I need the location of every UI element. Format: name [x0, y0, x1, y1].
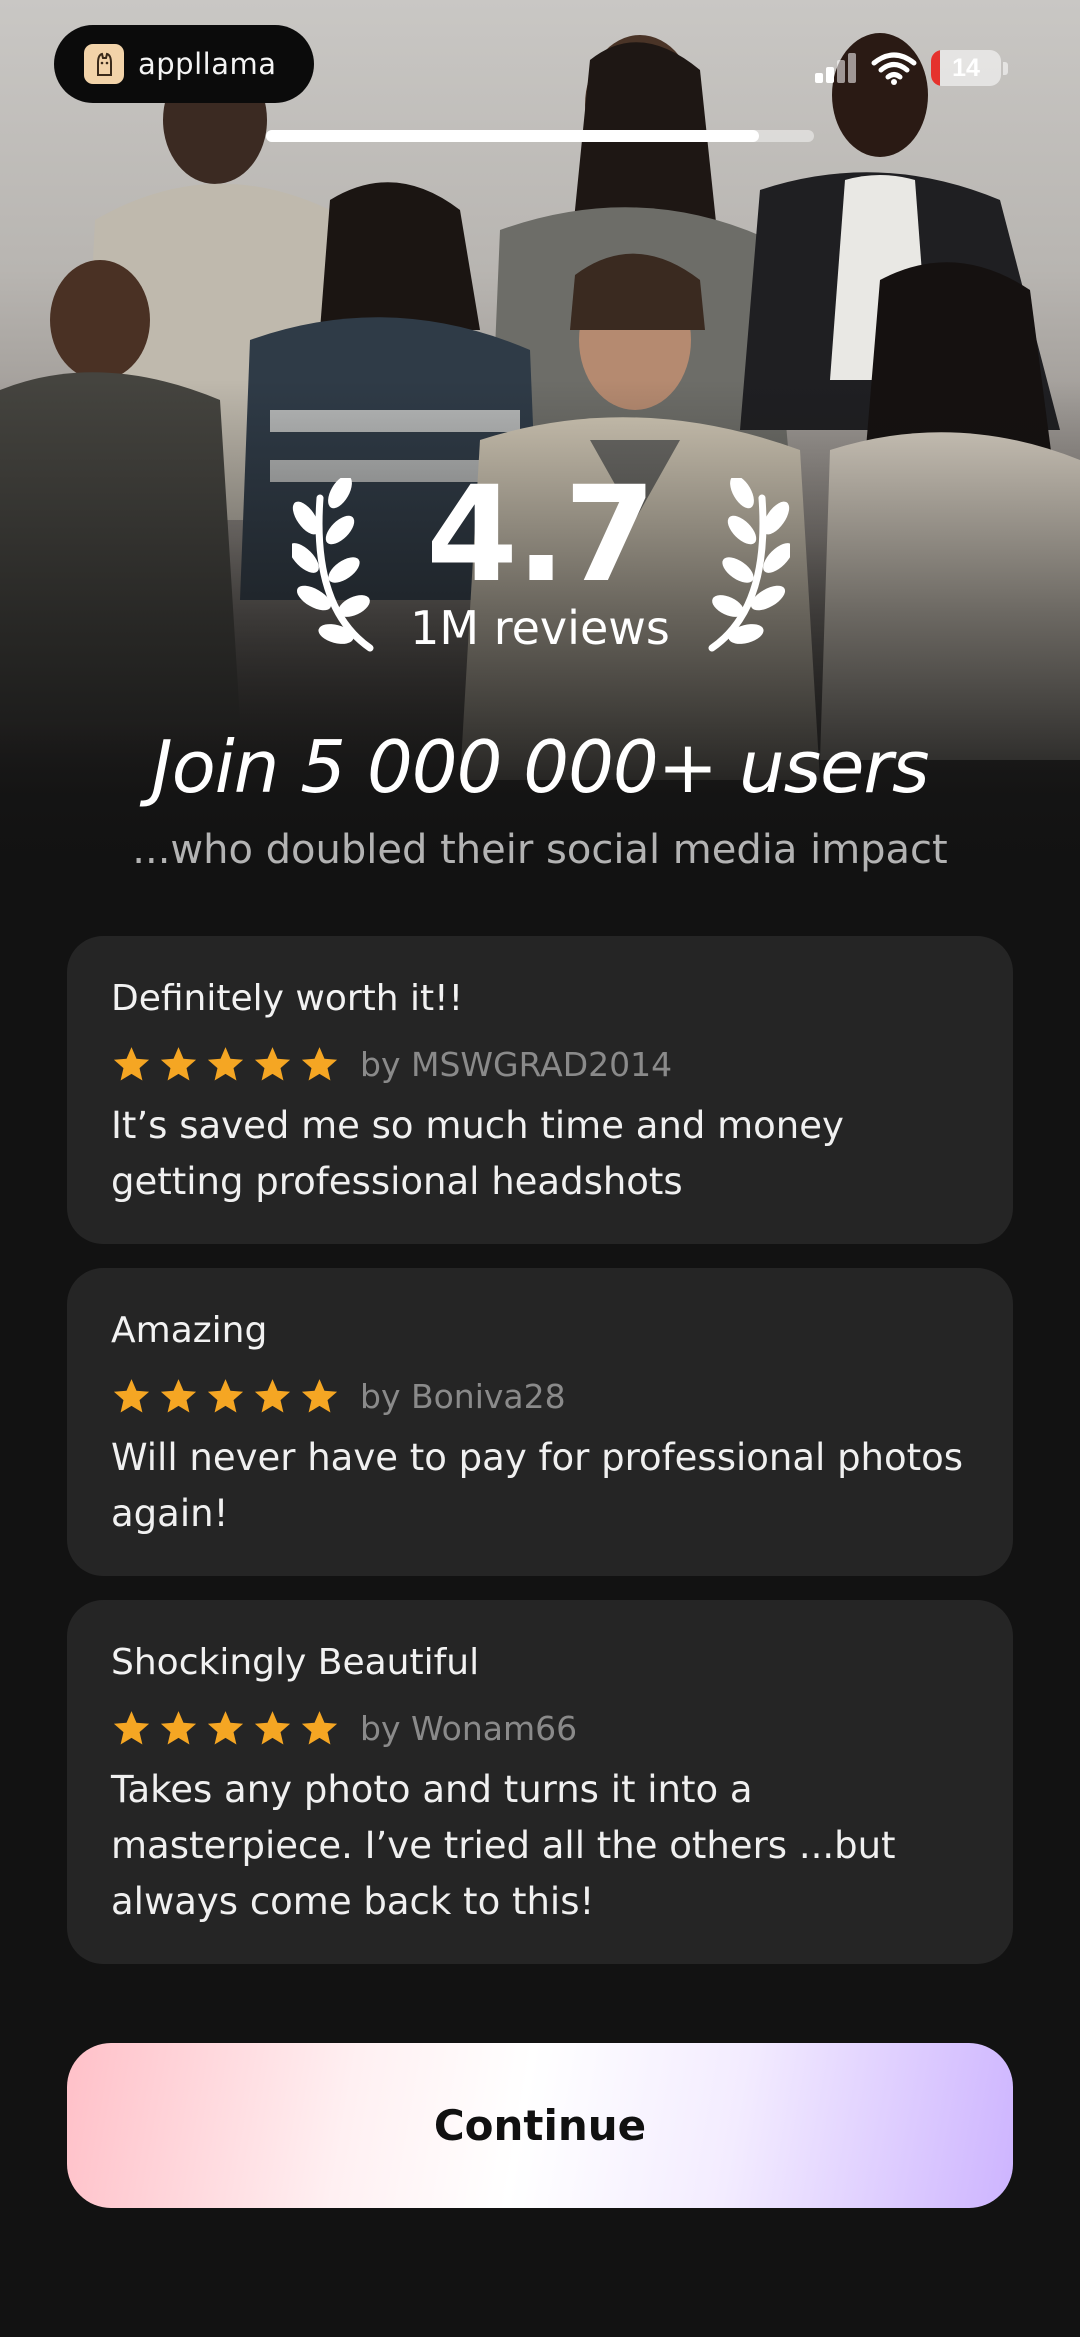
app-badge: appllama [54, 25, 314, 103]
review-title: Shockingly Beautiful [111, 1642, 480, 1683]
star-icon [160, 1710, 197, 1745]
status-bar: 14 [815, 50, 1008, 86]
star-icon [301, 1710, 338, 1745]
review-body: Takes any photo and turns it into a mast… [111, 1768, 896, 1923]
review-card: Amazing by Boniva28 Will never have to p… [67, 1268, 1013, 1576]
star-icon [254, 1710, 291, 1745]
star-icon [207, 1378, 244, 1413]
star-rating [111, 1376, 340, 1417]
review-title: Definitely worth it!! [111, 978, 464, 1019]
star-icon [207, 1046, 244, 1081]
review-author: by MSWGRAD2014 [360, 1044, 673, 1084]
onboarding-progress-bar [266, 130, 814, 142]
progress-fill [266, 130, 760, 142]
continue-button[interactable]: Continue [67, 2043, 1013, 2208]
signal-bars-icon [815, 53, 856, 83]
battery-icon: 14 [931, 50, 1001, 86]
llama-logo-icon [84, 44, 124, 84]
paywall-screen: appllama 14 4.7 1M reviews Join 5 000 00… [0, 0, 1080, 2337]
star-rating [111, 1708, 340, 1749]
star-icon [254, 1046, 291, 1081]
wifi-icon [871, 52, 917, 85]
review-body: Will never have to pay for professional … [111, 1436, 964, 1535]
rating-score: 4.7 [426, 458, 656, 612]
review-meta: by Wonam66 [111, 1706, 969, 1750]
star-icon [254, 1378, 291, 1413]
review-meta: by MSWGRAD2014 [111, 1042, 969, 1086]
battery-cap [1003, 61, 1008, 75]
review-body: It’s saved me so much time and money get… [111, 1104, 844, 1203]
star-icon [207, 1710, 244, 1745]
review-meta: by Boniva28 [111, 1374, 969, 1418]
review-author: by Wonam66 [360, 1708, 578, 1748]
star-icon [113, 1046, 150, 1081]
page-subtitle: ...who doubled their social media impact [132, 827, 948, 873]
rating-block: 4.7 1M reviews [0, 458, 1080, 656]
review-card: Definitely worth it!! by MSWGRAD2014 It’… [67, 936, 1013, 1244]
star-icon [301, 1378, 338, 1413]
star-icon [160, 1378, 197, 1413]
star-rating [111, 1044, 340, 1085]
star-icon [113, 1710, 150, 1745]
star-icon [113, 1378, 150, 1413]
review-author: by Boniva28 [360, 1376, 566, 1416]
star-icon [160, 1046, 197, 1081]
review-title: Amazing [111, 1310, 268, 1351]
page-title: Join 5 000 000+ users [151, 725, 929, 809]
battery-level: 14 [952, 53, 980, 82]
app-name: appllama [138, 47, 277, 81]
star-icon [301, 1046, 338, 1081]
review-card: Shockingly Beautiful by Wonam66 Takes an… [67, 1600, 1013, 1964]
review-count: 1M reviews [410, 601, 670, 655]
